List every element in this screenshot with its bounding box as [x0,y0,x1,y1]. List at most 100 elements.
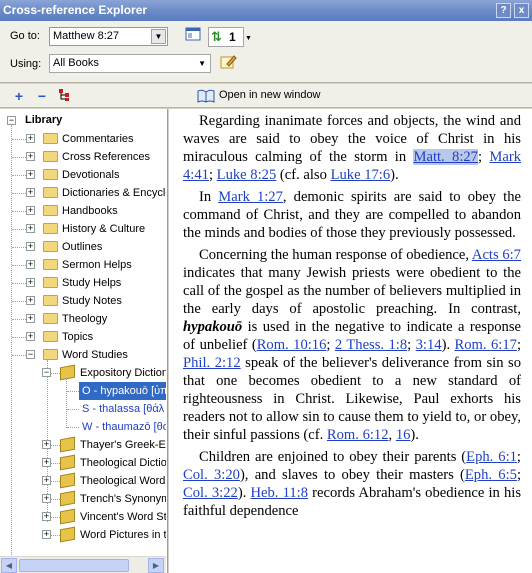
ref-link-16[interactable]: 16 [396,427,411,443]
ref-link-rom-6-17[interactable]: Rom. 6:17 [455,337,517,353]
book-icon [60,508,75,525]
tree-expand-toggle[interactable]: + [42,476,51,485]
book-icon [60,472,75,489]
scroll-thumb[interactable] [19,559,129,572]
tree-item-word-study-book[interactable]: Vincent's Word St [80,508,166,526]
ref-link-col-3-22[interactable]: Col. 3:22 [183,485,238,501]
book-icon [60,454,75,471]
ref-link-mark-1-27[interactable]: Mark 1:27 [218,189,283,205]
goto-combobox[interactable]: Matthew 8:27 ▼ [49,27,168,46]
p4-text-3: ). [237,485,251,501]
navigation-toolbar: Go to: Matthew 8:27 ▼ ⇅ 1 ▼ Using: All B… [0,21,532,83]
tree-expand-toggle[interactable]: + [26,332,35,341]
tree-item-devotionals[interactable]: Devotionals [62,166,119,184]
count-spinner[interactable]: ⇅ 1 [208,27,244,47]
tree-expand-toggle[interactable]: + [26,134,35,143]
tree-expand-toggle[interactable]: + [26,188,35,197]
using-dropdown-arrow-icon[interactable]: ▼ [198,55,206,72]
p1-sep-1: ; [477,149,490,165]
folder-icon [43,259,58,270]
tree-item-word-study-book[interactable]: Theological Dictio [80,454,166,472]
tree-item-expository-dictionary[interactable]: Expository Diction [80,364,166,382]
tree-item-word-studies[interactable]: Word Studies [62,346,128,364]
library-collapse-toggle[interactable]: − [7,116,16,125]
greek-word-hypakouo: hypakouō [183,319,243,335]
expand-all-icon[interactable]: + [11,88,27,104]
book-icon [60,490,75,507]
tree-root-library[interactable]: Library [25,111,62,129]
tree-expand-toggle[interactable]: + [26,206,35,215]
expository-collapse-toggle[interactable]: − [42,368,51,377]
p2-text-1: In [199,189,219,205]
tree-item-word-study-book[interactable]: Trench's Synonym [80,490,166,508]
tree-item-study-helps[interactable]: Study Helps [62,274,121,292]
ref-link-luke-17-6[interactable]: Luke 17:6 [331,167,391,183]
tree-expand-toggle[interactable]: + [42,494,51,503]
scroll-right-icon[interactable]: ▶ [148,558,164,573]
p4-sep-2: ; [516,467,521,483]
tree-item-word-entry[interactable]: S - thalassa [θάλ [79,400,166,418]
tree-item-cross-references[interactable]: Cross References [62,148,150,166]
paragraph-2: In Mark 1:27, demonic spirits are said t… [183,188,521,242]
tree-horizontal-scrollbar[interactable]: ◀ ▶ [0,556,166,573]
tree-expand-toggle[interactable]: + [26,224,35,233]
panel-toggle-icon[interactable] [183,27,203,47]
goto-dropdown-arrow-icon[interactable]: ▼ [151,29,166,44]
tree-item-word-study-book[interactable]: Theological Wordb [80,472,166,490]
using-label: Using: [10,58,42,70]
tree-expand-toggle[interactable]: + [26,260,35,269]
ref-link-rom-6-12[interactable]: Rom. 6:12 [327,427,389,443]
using-combobox[interactable]: All Books ▼ [49,54,211,73]
tree-expand-toggle[interactable]: + [42,458,51,467]
ref-link-matt-8-27[interactable]: Matt. 8:27 [413,149,478,165]
ref-link-luke-8-25[interactable]: Luke 8:25 [217,167,277,183]
tree-item-commentaries[interactable]: Commentaries [62,130,134,148]
tree-item-outlines[interactable]: Outlines [62,238,102,256]
collapse-all-icon[interactable]: − [34,88,50,104]
tree-item-handbooks[interactable]: Handbooks [62,202,118,220]
ref-link-rom-10-16[interactable]: Rom. 10:16 [257,337,327,353]
ref-link-2-thess-1-8[interactable]: 2 Thess. 1:8 [335,337,407,353]
p4-sep-1: ; [516,449,521,465]
folder-icon [43,205,58,216]
tree-expand-toggle[interactable]: + [26,242,35,251]
tree-item-word-study-book[interactable]: Thayer's Greek-En [80,436,166,454]
tree-item-sermon-helps[interactable]: Sermon Helps [62,256,132,274]
tree-item-dictionaries-encyclo[interactable]: Dictionaries & Encyclo [62,184,166,202]
count-dropdown-arrow-icon[interactable]: ▼ [245,35,252,42]
ref-link-phil-2-12[interactable]: Phil. 2:12 [183,355,241,371]
word-studies-collapse-toggle[interactable]: − [26,350,35,359]
tree-item-word-entry[interactable]: W - thaumazō [θα [79,418,166,436]
tree-expand-toggle[interactable]: + [26,278,35,287]
ref-link-col-3-20[interactable]: Col. 3:20 [183,467,240,483]
tree-expand-toggle[interactable]: + [26,152,35,161]
ref-link-eph-6-1[interactable]: Eph. 6:1 [466,449,517,465]
tree-item-word-entry[interactable]: O - hypakouō [ὑπ [79,382,166,400]
tree-item-theology[interactable]: Theology [62,310,107,328]
help-button[interactable]: ? [496,3,511,18]
tree-expand-toggle[interactable]: + [42,530,51,539]
tree-item-study-notes[interactable]: Study Notes [62,292,122,310]
tree-item-word-study-book[interactable]: Word Pictures in t [80,526,166,544]
book-open-icon [197,89,215,106]
edit-books-icon[interactable] [218,54,238,74]
close-button[interactable]: x [514,3,529,18]
tree-expand-toggle[interactable]: + [42,512,51,521]
ref-link-3-14[interactable]: 3:14 [416,337,442,353]
folder-icon [43,331,58,342]
library-tree[interactable]: − Library + Commentaries + Cross References… [0,109,168,573]
tree-expand-toggle[interactable]: + [26,314,35,323]
tree-item-history-culture[interactable]: History & Culture [62,220,145,238]
tree-filter-icon[interactable] [57,88,73,104]
ref-link-heb-11-8[interactable]: Heb. 11:8 [250,485,308,501]
tree-expand-toggle[interactable]: + [42,440,51,449]
ref-link-acts-6-7[interactable]: Acts 6:7 [472,247,521,263]
tree-expand-toggle[interactable]: + [26,170,35,179]
tree-item-topics[interactable]: Topics [62,328,93,346]
ref-link-eph-6-5[interactable]: Eph. 6:5 [465,467,517,483]
tree-guide-branch [12,283,26,284]
tree-guide-branch [12,301,26,302]
scroll-left-icon[interactable]: ◀ [1,558,17,573]
tree-guide-line [66,378,67,428]
tree-expand-toggle[interactable]: + [26,296,35,305]
